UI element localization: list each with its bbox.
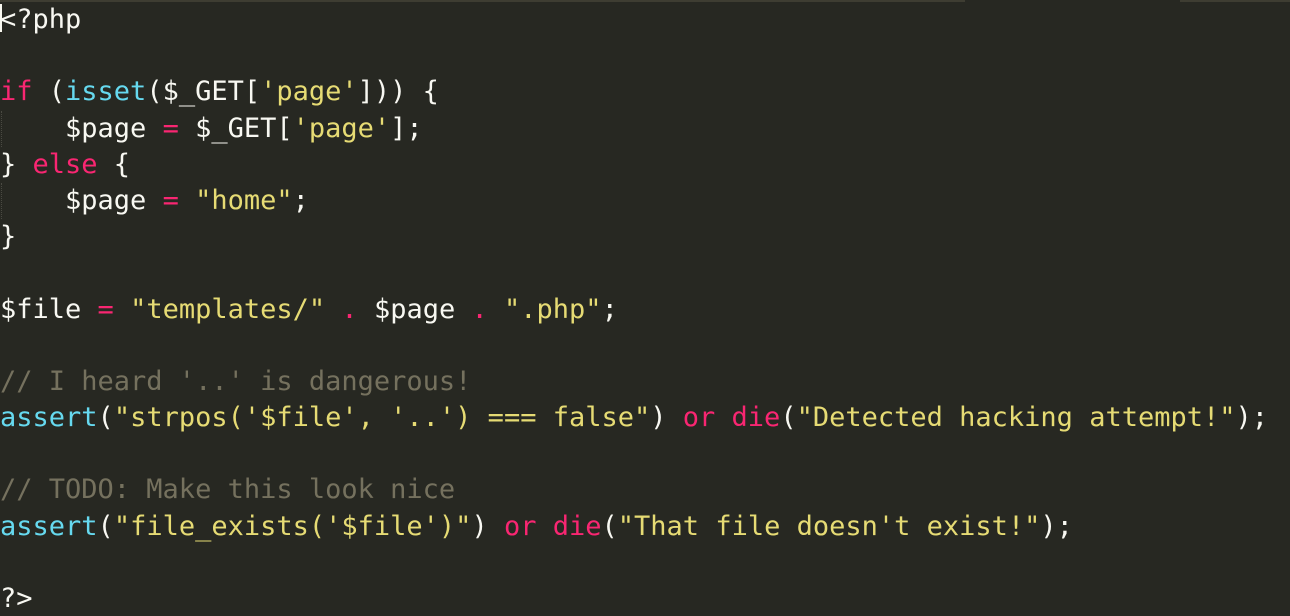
code-token: $page (0, 184, 163, 216)
code-line[interactable]: <?php (0, 2, 1290, 38)
indent-guide (1, 182, 3, 220)
code-token: ); (1235, 402, 1269, 434)
code-token: ( (601, 510, 618, 542)
code-line[interactable]: assert("strpos('$file', '..') === false"… (0, 400, 1290, 436)
code-token: $page (357, 293, 472, 325)
code-line[interactable]: $page = "home"; (0, 182, 1290, 220)
code-token: $page (0, 112, 163, 144)
code-token: ); (1040, 510, 1073, 542)
code-token: $_GET[ (178, 112, 293, 144)
code-token: assert (0, 510, 98, 542)
code-line[interactable]: // I heard '..' is dangerous! (0, 364, 1290, 400)
code-token: } (0, 221, 17, 253)
code-token: ])) { (357, 76, 439, 108)
code-token: "strpos('$file', '..') === false" (113, 402, 651, 434)
code-token: assert (0, 402, 98, 434)
code-token: "Detected hacking attempt!" (796, 402, 1236, 434)
code-token: "file_exists('$file')" (113, 510, 472, 542)
code-token: ; (292, 184, 309, 216)
code-token: ( (97, 402, 114, 434)
code-token: . (471, 293, 488, 325)
code-token: // I heard '..' is dangerous! (0, 365, 472, 397)
code-token: // TODO: Make this look nice (0, 474, 456, 506)
code-line[interactable] (0, 328, 1290, 364)
code-line[interactable]: $file = "templates/" . $page . ".php"; (0, 292, 1290, 328)
code-line[interactable] (0, 38, 1290, 74)
code-token: ]; (390, 112, 423, 144)
code-area[interactable]: <?php if (isset($_GET['page'])) { $page … (0, 2, 1290, 616)
indent-guide (1, 110, 3, 147)
code-token: else (32, 148, 98, 180)
code-line[interactable]: if (isset($_GET['page'])) { (0, 74, 1290, 110)
code-token: ( (32, 76, 66, 108)
code-token: or (682, 402, 716, 434)
code-line[interactable]: } (0, 219, 1290, 255)
code-token: if (0, 76, 33, 108)
code-token: } (0, 148, 33, 180)
code-line[interactable]: ?> (0, 581, 1290, 616)
code-token: "home" (195, 184, 293, 216)
code-line[interactable] (0, 545, 1290, 581)
code-token: $file (0, 293, 98, 325)
code-line[interactable] (0, 255, 1290, 291)
code-token: isset (65, 76, 147, 108)
code-token: ( (97, 510, 114, 542)
code-token: { (97, 148, 131, 180)
code-token: . (341, 293, 358, 325)
code-token: ) (650, 402, 683, 434)
code-token: = (162, 112, 179, 144)
code-line[interactable] (0, 436, 1290, 472)
code-token: "templates/" (130, 293, 326, 325)
code-token: ($_GET[ (146, 76, 261, 108)
code-line[interactable]: assert("file_exists('$file')") or die("T… (0, 509, 1290, 545)
code-token: or (503, 510, 537, 542)
code-editor[interactable]: <?php if (isset($_GET['page'])) { $page … (0, 0, 1290, 616)
code-line[interactable]: } else { (0, 147, 1290, 183)
code-token: "That file doesn't exist!" (617, 510, 1041, 542)
code-token: ".php" (504, 293, 602, 325)
code-token: die (731, 402, 781, 434)
code-token: ?> (0, 583, 33, 614)
code-token: 'page' (260, 76, 358, 108)
code-token: <?php (0, 4, 82, 35)
code-token: ( (780, 402, 797, 434)
code-line[interactable]: // TODO: Make this look nice (0, 472, 1290, 508)
code-token: ) (471, 510, 504, 542)
code-token: 'page' (292, 112, 391, 144)
code-token: die (552, 510, 602, 542)
code-token: = (97, 293, 114, 325)
code-line[interactable]: $page = $_GET['page']; (0, 110, 1290, 147)
code-token: ; (601, 293, 618, 325)
code-token: = (162, 184, 179, 216)
